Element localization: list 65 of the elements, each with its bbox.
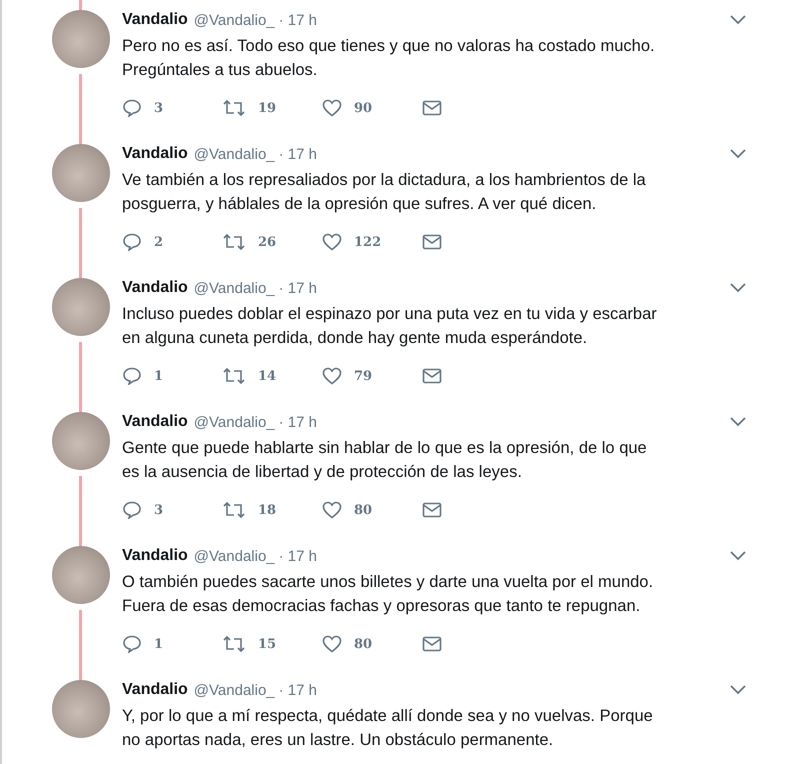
mail-icon[interactable]	[422, 368, 442, 384]
tweet-text: Ve también a los represaliados por la dictadura, a los hambrientos de la posguerra, y háblales de la opresión que sufres. A ver qué dicen.	[122, 170, 647, 215]
chevron-down-icon[interactable]	[730, 15, 746, 25]
mail-icon[interactable]	[422, 636, 442, 652]
reply-count: 2	[154, 234, 164, 250]
mail-icon[interactable]	[422, 100, 442, 116]
chevron-down-icon[interactable]	[730, 283, 746, 293]
tweet-time[interactable]: · 17 h	[278, 12, 317, 28]
reply-icon[interactable]	[122, 501, 142, 519]
reply-icon[interactable]	[122, 233, 142, 251]
user-handle[interactable]: @Vandalio_	[194, 146, 275, 162]
tweet-text: O también puedes sacarte unos billetes y darte una vuelta por el mundo. Fuera de esas democracias fachas y opresoras que tanto te repugnan.	[122, 572, 654, 617]
mail-icon[interactable]	[422, 502, 442, 518]
heart-icon[interactable]	[322, 367, 342, 385]
like-count: 80	[354, 502, 372, 518]
tweet-text: Incluso puedes doblar el espinazo por una puta vez en tu vida y escarbar en alguna cuneta perdida, donde hay gente muda esperándote.	[122, 304, 658, 349]
tweet-text: Y, por lo que a mí respecta, quédate allí donde sea y no vuelvas. Porque no aportas nada, eres un lastre. Un obstáculo permanente.	[122, 706, 654, 751]
tweet-time[interactable]: · 17 h	[278, 414, 317, 430]
user-name[interactable]: Vandalio	[122, 11, 188, 29]
user-name[interactable]: Vandalio	[122, 145, 188, 163]
user-handle[interactable]: @Vandalio_	[194, 414, 275, 430]
chevron-down-icon[interactable]	[730, 417, 746, 427]
retweet-icon[interactable]	[222, 233, 246, 251]
chevron-down-icon[interactable]	[730, 149, 746, 159]
user-handle[interactable]: @Vandalio_	[194, 682, 275, 698]
reply-icon[interactable]	[122, 367, 142, 385]
retweet-icon[interactable]	[222, 367, 246, 385]
tweet-time[interactable]: · 17 h	[278, 146, 317, 162]
retweet-icon[interactable]	[222, 635, 246, 653]
retweet-count: 26	[258, 234, 276, 250]
retweet-icon[interactable]	[222, 501, 246, 519]
chevron-down-icon[interactable]	[730, 685, 746, 695]
chevron-down-icon[interactable]	[730, 551, 746, 561]
user-name[interactable]: Vandalio	[122, 681, 188, 699]
reply-count: 1	[154, 636, 164, 652]
user-handle[interactable]: @Vandalio_	[194, 280, 275, 296]
tweet-time[interactable]: · 17 h	[278, 682, 317, 698]
tweet-time[interactable]: · 17 h	[278, 280, 317, 296]
like-count: 90	[354, 100, 372, 116]
user-name[interactable]: Vandalio	[122, 413, 188, 431]
retweet-count: 15	[258, 636, 276, 652]
retweet-count: 19	[258, 100, 276, 116]
retweet-count: 18	[258, 502, 276, 518]
like-count: 79	[354, 368, 372, 384]
like-count: 122	[354, 234, 382, 250]
tweet-time[interactable]: · 17 h	[278, 548, 317, 564]
like-count: 80	[354, 636, 372, 652]
reply-count: 3	[154, 502, 164, 518]
heart-icon[interactable]	[322, 501, 342, 519]
retweet-icon[interactable]	[222, 99, 246, 117]
user-handle[interactable]: @Vandalio_	[194, 12, 275, 28]
tweet-text: Gente que puede hablarte sin hablar de lo que es la opresión, de lo que es la ausencia de libertad y de protección de las leyes.	[122, 438, 648, 483]
reply-count: 3	[154, 100, 164, 116]
heart-icon[interactable]	[322, 99, 342, 117]
user-handle[interactable]: @Vandalio_	[194, 548, 275, 564]
reply-count: 1	[154, 368, 164, 384]
mail-icon[interactable]	[422, 234, 442, 250]
retweet-count: 14	[258, 368, 276, 384]
heart-icon[interactable]	[322, 233, 342, 251]
user-name[interactable]: Vandalio	[122, 279, 188, 297]
heart-icon[interactable]	[322, 635, 342, 653]
user-name[interactable]: Vandalio	[122, 547, 188, 565]
reply-icon[interactable]	[122, 99, 142, 117]
tweet-text: Pero no es así. Todo eso que tienes y que no valoras ha costado mucho. Pregúntales a tus abuelos.	[122, 36, 656, 81]
reply-icon[interactable]	[122, 635, 142, 653]
